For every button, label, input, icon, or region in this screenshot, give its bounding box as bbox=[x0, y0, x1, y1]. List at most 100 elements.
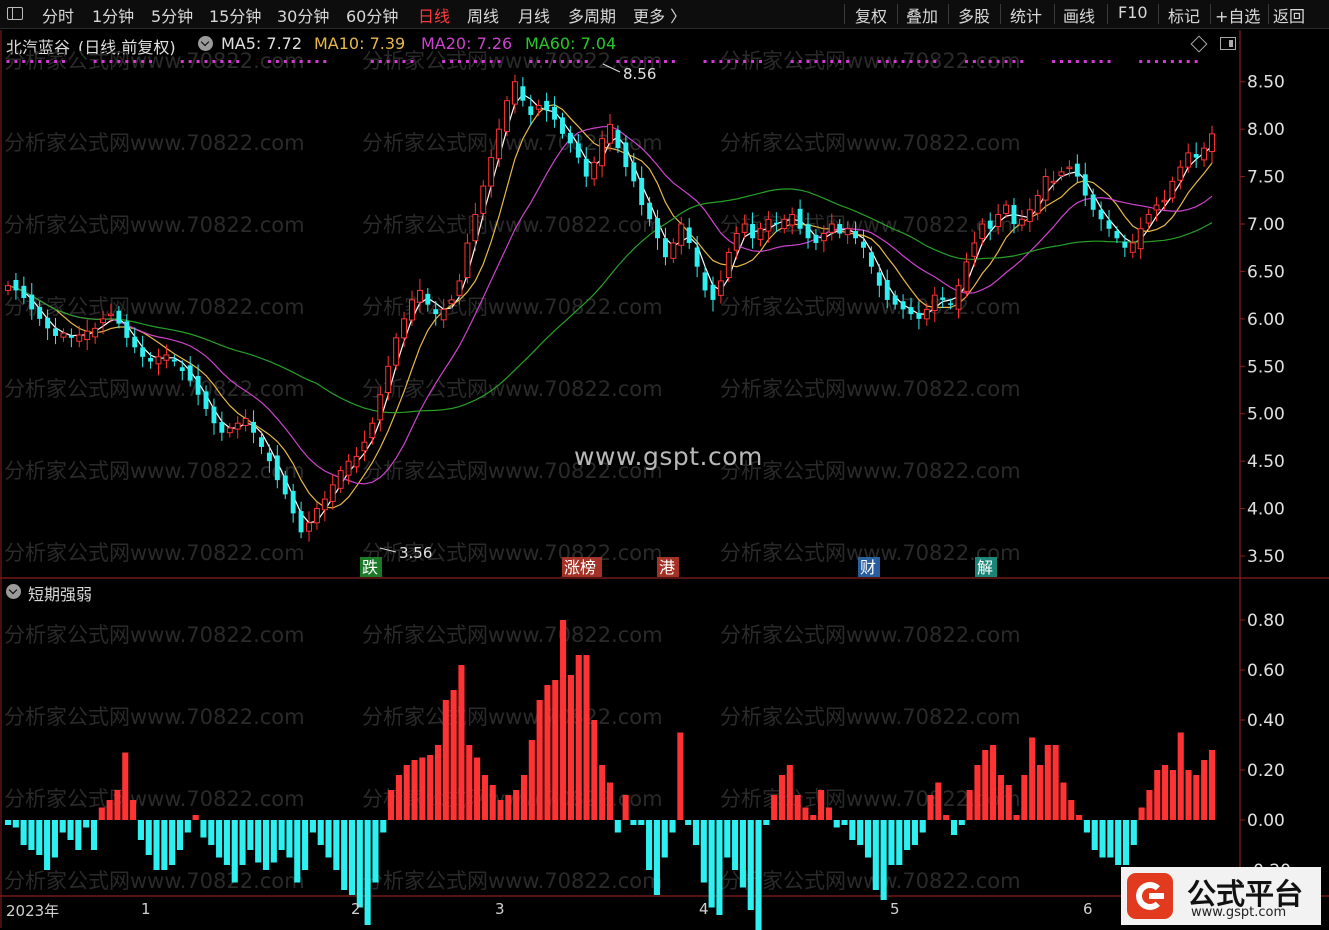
signal-dot bbox=[727, 60, 731, 63]
signal-dot bbox=[576, 60, 580, 63]
candle-body bbox=[931, 294, 938, 312]
candle-body bbox=[773, 222, 779, 225]
strength-bar bbox=[739, 820, 746, 888]
date-axis-label: 6 bbox=[1083, 900, 1093, 918]
date-axis-label: 1 bbox=[141, 900, 151, 918]
candle-body bbox=[298, 511, 304, 533]
strength-bar bbox=[380, 820, 387, 833]
strength-bar bbox=[255, 820, 262, 863]
strength-bar bbox=[208, 820, 215, 845]
candle-body bbox=[520, 86, 526, 101]
strength-bar bbox=[677, 732, 684, 820]
candle-body bbox=[84, 330, 91, 341]
strength-bar bbox=[880, 820, 887, 900]
signal-dot bbox=[378, 60, 382, 63]
strength-bar bbox=[44, 820, 51, 870]
candle-body bbox=[940, 297, 946, 300]
signal-dot bbox=[481, 60, 485, 63]
date-axis-label: 2 bbox=[351, 900, 361, 918]
candle-body bbox=[1042, 176, 1049, 201]
price-axis-label: 6.50 bbox=[1247, 262, 1285, 282]
candle-body bbox=[733, 232, 740, 251]
signal-dot bbox=[822, 60, 826, 63]
candle-body bbox=[615, 130, 621, 149]
signal-dot bbox=[846, 60, 850, 63]
strength-bar bbox=[1169, 770, 1176, 820]
signal-dot bbox=[893, 60, 897, 63]
signal-dot bbox=[283, 60, 287, 63]
signal-dot bbox=[117, 60, 121, 63]
signal-dot bbox=[806, 60, 810, 63]
strength-bar bbox=[348, 820, 356, 895]
strength-bar bbox=[395, 775, 402, 820]
strength-bar bbox=[544, 685, 551, 820]
candle-body bbox=[544, 100, 550, 111]
candle-body bbox=[535, 104, 542, 110]
signal-dot bbox=[315, 60, 319, 63]
signal-dot bbox=[204, 60, 208, 63]
strength-bar bbox=[794, 795, 801, 820]
candle-body bbox=[409, 299, 415, 321]
watermark-text: 分析家公式网www.70822.com bbox=[720, 459, 1021, 483]
watermark-text: 分析家公式网www.70822.com bbox=[362, 295, 663, 319]
candle-body bbox=[1090, 194, 1096, 210]
signal-dot bbox=[61, 60, 65, 63]
candle-body bbox=[789, 214, 796, 226]
candle-body bbox=[900, 301, 906, 310]
candle-body bbox=[1066, 166, 1073, 170]
candle-body bbox=[575, 143, 581, 158]
strength-bar bbox=[481, 775, 488, 820]
candle-body bbox=[552, 106, 558, 120]
candle-body bbox=[100, 318, 107, 324]
strength-bar bbox=[1193, 775, 1200, 820]
candle-body bbox=[853, 231, 859, 239]
signal-dot bbox=[109, 60, 113, 63]
strength-bar bbox=[653, 820, 660, 895]
signal-dot bbox=[790, 60, 794, 63]
price-axis-label: 5.50 bbox=[1247, 357, 1285, 377]
strength-bar bbox=[169, 820, 176, 865]
signal-dot bbox=[1170, 60, 1174, 63]
candle-body bbox=[13, 279, 19, 291]
signal-dot bbox=[1004, 60, 1008, 63]
signal-dot bbox=[719, 60, 723, 63]
candle-body bbox=[37, 307, 43, 319]
signal-dot bbox=[798, 60, 802, 63]
strength-bar bbox=[106, 800, 113, 820]
candle-body bbox=[837, 224, 843, 234]
signal-dot bbox=[624, 60, 628, 63]
strength-bar bbox=[216, 820, 223, 858]
signal-dot bbox=[54, 60, 58, 63]
price-axis-label: 8.50 bbox=[1247, 73, 1285, 93]
signal-dot bbox=[656, 60, 660, 63]
signal-dot bbox=[901, 60, 905, 63]
candle-body bbox=[583, 158, 589, 177]
signal-dot bbox=[814, 60, 818, 63]
signal-dot bbox=[180, 60, 184, 63]
strength-bar bbox=[833, 820, 840, 828]
watermark-text: 分析家公式网www.70822.com bbox=[720, 377, 1021, 401]
watermark-text: 分析家公式网www.70822.com bbox=[4, 213, 305, 237]
strength-bar bbox=[474, 757, 481, 820]
strength-bar bbox=[552, 680, 559, 820]
price-axis: 8.50 8.00 7.50 7.00 6.50 6.00 5.50 5.00 4.50 4.00… bbox=[1240, 73, 1285, 567]
signal-dot bbox=[759, 60, 762, 63]
strength-bar bbox=[1052, 745, 1059, 820]
candle-body bbox=[750, 224, 756, 239]
strength-bar bbox=[825, 807, 832, 820]
candle-body bbox=[892, 295, 898, 305]
candle-body bbox=[226, 427, 233, 434]
strength-bar bbox=[1201, 760, 1208, 820]
strength-bar bbox=[966, 790, 973, 820]
strength-bar bbox=[1162, 765, 1169, 820]
strength-bar bbox=[622, 795, 629, 820]
candle-body bbox=[60, 332, 67, 338]
candle-body bbox=[599, 138, 606, 167]
signal-dot bbox=[1052, 60, 1056, 63]
candle-body bbox=[425, 293, 431, 305]
candle-body bbox=[353, 455, 360, 468]
signal-dot bbox=[1162, 60, 1166, 63]
strength-bar bbox=[591, 720, 598, 820]
chevron-down-icon[interactable] bbox=[6, 584, 21, 599]
signal-dot bbox=[22, 60, 26, 63]
